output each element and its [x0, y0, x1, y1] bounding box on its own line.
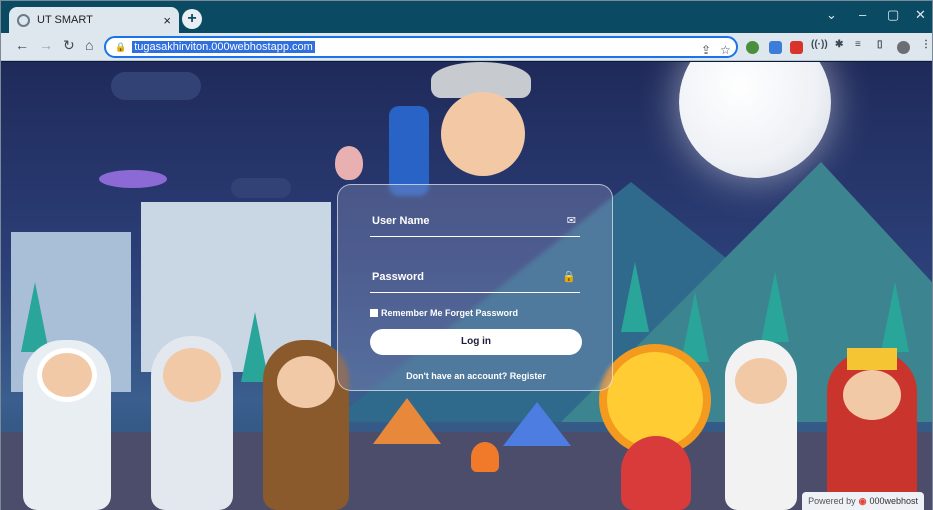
url-text[interactable]: tugasakhirviton.000webhostapp.com [132, 41, 315, 53]
tree-illustration [621, 262, 649, 332]
register-link[interactable]: Don't have an account? Register [338, 371, 614, 381]
forward-button[interactable]: → [39, 37, 53, 53]
tab-title: UT SMART [37, 14, 93, 26]
cloud-illustration [231, 178, 291, 198]
username-field[interactable]: User Name ✉ [370, 211, 580, 237]
tab-ut-smart[interactable]: UT SMART × [9, 7, 179, 33]
elder-character [725, 340, 797, 510]
extension-wave-icon[interactable]: ((·)) [811, 39, 828, 50]
reading-list-icon[interactable]: ≡ [855, 39, 861, 50]
address-bar[interactable]: 🔒 tugasakhirviton.000webhostapp.com ⇪ ☆ [104, 36, 738, 58]
extension-globe-icon[interactable] [746, 41, 759, 54]
sun-character [607, 352, 703, 448]
tree-illustration [761, 272, 789, 342]
login-card: User Name ✉ Password 🔒 Remember Me Forge… [337, 184, 613, 391]
balloon-illustration [335, 146, 363, 180]
password-label: Password [372, 271, 424, 283]
bookmark-star-icon[interactable]: ☆ [720, 43, 731, 57]
profile-avatar[interactable] [897, 41, 910, 54]
extension-translate-icon[interactable] [769, 41, 782, 54]
tree-illustration [881, 282, 909, 352]
extension-record-icon[interactable] [790, 41, 803, 54]
page-viewport: User Name ✉ Password 🔒 Remember Me Forge… [1, 62, 932, 510]
reload-button[interactable]: ↻ [63, 37, 75, 54]
side-panel-icon[interactable]: ▯ [877, 39, 883, 50]
tree-illustration [21, 282, 49, 352]
password-field[interactable]: Password 🔒 [370, 267, 580, 293]
login-button[interactable]: Log in [370, 329, 582, 355]
home-button[interactable]: ⌂ [85, 37, 93, 53]
ufo-illustration [99, 170, 167, 188]
powered-by-text: Powered by [808, 496, 856, 506]
lock-icon: 🔒 [562, 271, 576, 283]
new-tab-button[interactable]: + [182, 9, 202, 29]
gamer-character [151, 336, 233, 510]
lock-icon: 🔒 [115, 41, 127, 52]
campfire-illustration [471, 442, 499, 472]
username-label: User Name [372, 215, 430, 227]
hosting-badge[interactable]: Powered by ◉ 000webhost [802, 492, 924, 510]
astronaut-character [23, 340, 111, 510]
tab-search-icon[interactable]: ⌄ [826, 7, 837, 23]
moon-illustration [679, 62, 831, 178]
maximize-button[interactable]: ▢ [887, 7, 899, 23]
tent-illustration [373, 398, 441, 444]
webhost-logo-icon: ◉ [858, 495, 867, 506]
tree-illustration [681, 292, 709, 362]
extensions-puzzle-icon[interactable]: ✱ [835, 39, 843, 50]
brand-text: 000webhost [869, 496, 918, 506]
tab-close-icon[interactable]: × [163, 13, 171, 28]
close-window-button[interactable]: ✕ [915, 7, 926, 23]
king-character [827, 348, 917, 510]
browser-toolbar: ← → ↻ ⌂ 🔒 tugasakhirviton.000webhostapp.… [1, 33, 932, 61]
sun-character-body [621, 436, 691, 510]
remember-me-row: Remember Me Forget Password [370, 308, 518, 318]
menu-kebab-icon[interactable]: ⋮ [921, 39, 931, 50]
mail-icon: ✉ [566, 215, 576, 227]
cloud-illustration [111, 72, 201, 100]
tent-illustration [503, 402, 571, 446]
minimize-button[interactable]: – [859, 7, 866, 22]
back-button[interactable]: ← [15, 37, 29, 53]
remember-me-checkbox[interactable] [370, 309, 378, 317]
remember-forget-label[interactable]: Remember Me Forget Password [381, 308, 518, 318]
browser-window: UT SMART × + ⌄ – ▢ ✕ ← → ↻ ⌂ 🔒 tugasakhi… [0, 0, 933, 510]
share-icon[interactable]: ⇪ [701, 43, 711, 57]
tab-strip: UT SMART × + ⌄ – ▢ ✕ [1, 1, 932, 33]
globe-icon [17, 13, 30, 27]
